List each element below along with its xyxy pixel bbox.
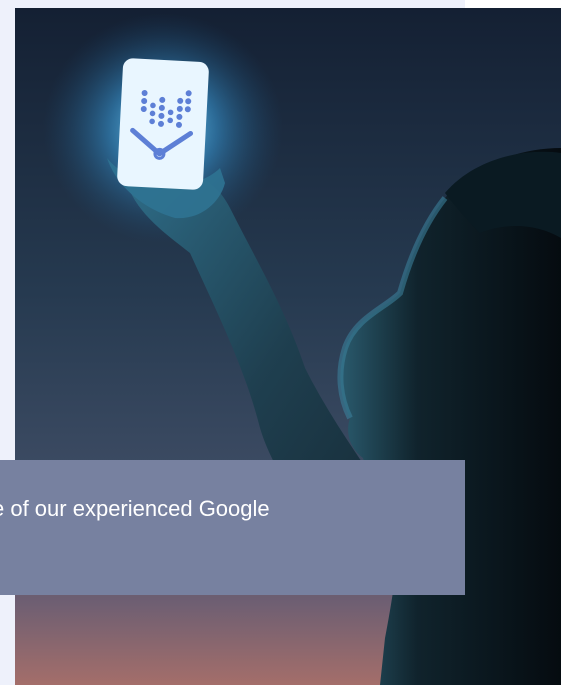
phone-icon — [117, 58, 209, 190]
page: e of our experienced Google — [0, 0, 561, 685]
caption-text-content: e of our experienced Google — [0, 496, 270, 521]
caption-banner: e of our experienced Google — [0, 460, 465, 595]
caption-text: e of our experienced Google — [0, 492, 465, 526]
